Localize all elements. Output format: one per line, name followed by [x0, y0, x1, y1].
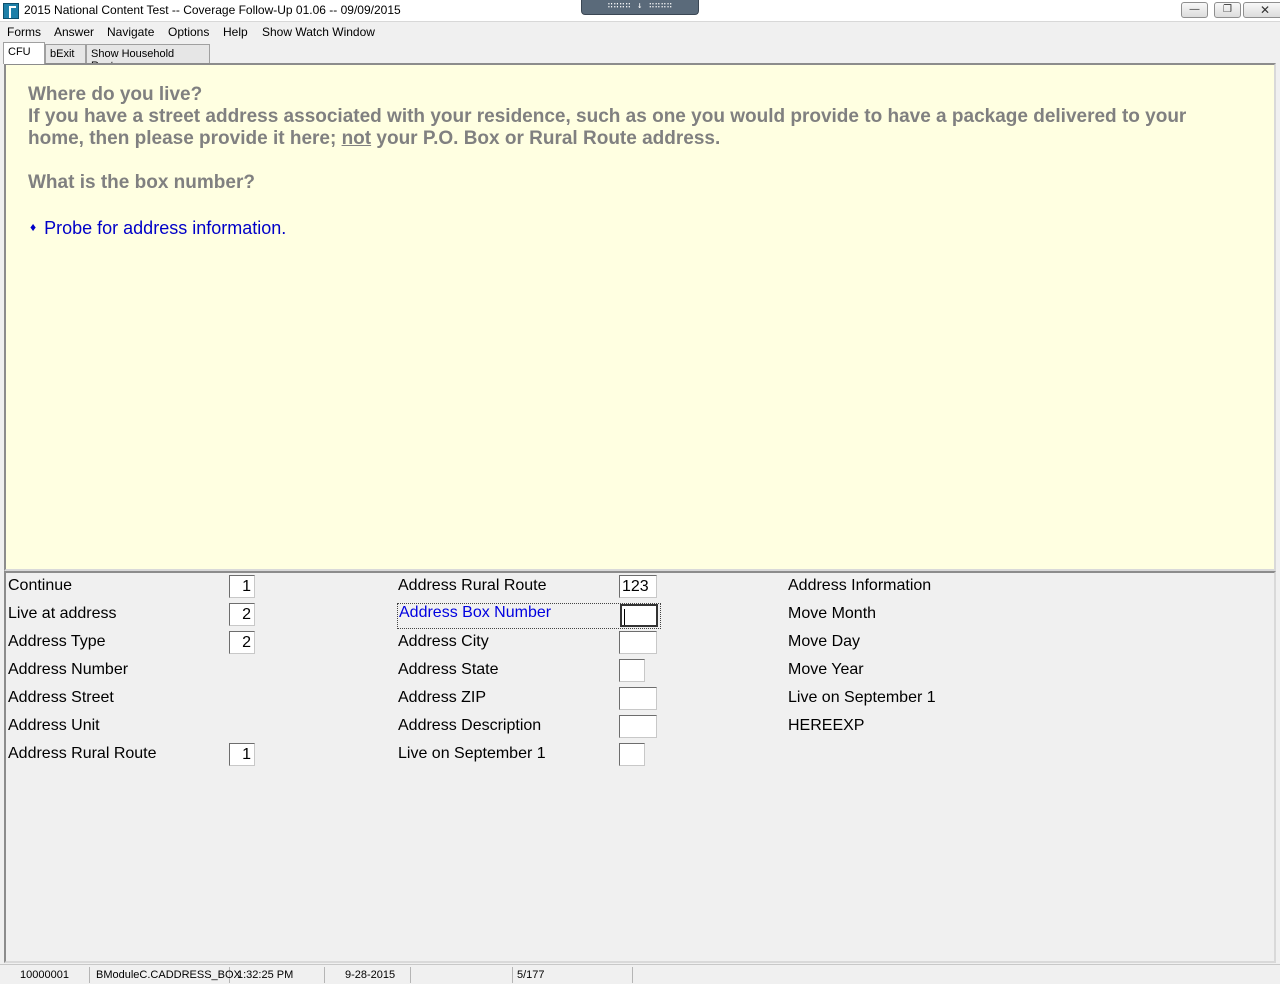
label-move-year: Move Year [788, 661, 864, 678]
question-box-number: What is the box number? [28, 172, 255, 193]
menu-navigate[interactable]: Navigate [107, 25, 154, 39]
label-move-day: Move Day [788, 633, 861, 650]
restore-button[interactable]: ❐ [1214, 2, 1241, 18]
question-title: Where do you live? [28, 84, 203, 105]
title-bar[interactable]: 2015 National Content Test -- Coverage F… [0, 0, 1280, 22]
status-time: 1:32:25 PM [233, 967, 325, 983]
app-window: 2015 National Content Test -- Coverage F… [0, 0, 1280, 984]
label-address-state: Address State [398, 661, 499, 678]
field-address-rural-route-prior[interactable]: 1 [229, 743, 255, 766]
field-address-rural-route[interactable]: 123 [619, 575, 657, 598]
status-page-count: 5/177 [513, 967, 633, 983]
field-address-type[interactable]: 2 [229, 631, 255, 654]
status-case-id: 10000001 [2, 967, 90, 983]
label-live-on-september-1-next: Live on September 1 [788, 689, 936, 706]
field-address-zip[interactable] [619, 687, 657, 710]
text-caret [624, 609, 625, 625]
menu-help[interactable]: Help [223, 25, 248, 39]
label-move-month: Move Month [788, 605, 877, 622]
field-address-city[interactable] [619, 631, 657, 654]
app-icon [3, 3, 19, 19]
label-address-description: Address Description [398, 717, 542, 734]
label-address-number: Address Number [8, 661, 129, 678]
field-live-on-september-1[interactable] [619, 743, 645, 766]
window-title: 2015 National Content Test -- Coverage F… [24, 3, 401, 17]
label-live-on-september-1: Live on September 1 [398, 745, 546, 762]
diamond-bullet-icon: ♦ [30, 220, 37, 234]
menu-options[interactable]: Options [168, 25, 209, 39]
label-hereexp: HEREEXP [788, 717, 865, 734]
field-address-state[interactable] [619, 659, 645, 682]
dock-grip-icon[interactable]: ∷∷∷∷ ↓ ∷∷∷∷ [581, 0, 699, 15]
probe-instruction: ♦ Probe for address information. [30, 218, 286, 239]
label-address-rural-route: Address Rural Route [398, 577, 547, 594]
menu-forms[interactable]: Forms [7, 25, 41, 39]
field-continue[interactable]: 1 [229, 575, 255, 598]
question-text-not: not [341, 128, 372, 149]
status-bar: 10000001 BModuleC.CADDRESS_BOX 1:32:25 P… [0, 964, 1280, 984]
field-address-description[interactable] [619, 715, 657, 738]
label-address-zip: Address ZIP [398, 689, 487, 706]
label-address-city: Address City [398, 633, 489, 650]
menu-answer[interactable]: Answer [54, 25, 94, 39]
label-address-type: Address Type [8, 633, 106, 650]
tab-bar: CFU bExit Show Household Roster [0, 42, 1280, 72]
probe-text: Probe for address information. [44, 218, 287, 238]
label-continue: Continue [8, 577, 73, 594]
status-empty [413, 967, 513, 983]
label-address-information: Address Information [788, 577, 932, 594]
menu-show-watch-window[interactable]: Show Watch Window [262, 25, 375, 39]
tab-bexit[interactable]: bExit [45, 44, 86, 63]
status-field-path: BModuleC.CADDRESS_BOX [92, 967, 241, 983]
question-panel: Where do you live? If you have a street … [4, 63, 1276, 571]
label-address-street: Address Street [8, 689, 114, 706]
question-text: If you have a street address associated … [28, 106, 1238, 150]
tab-show-household-roster[interactable]: Show Household Roster [86, 44, 210, 72]
label-address-unit: Address Unit [8, 717, 100, 734]
label-live-at-address: Live at address [8, 605, 117, 622]
status-date: 9-28-2015 [327, 967, 411, 983]
menu-bar: Forms Answer Navigate Options Help Show … [0, 22, 1280, 42]
tab-cfu[interactable]: CFU [3, 42, 45, 64]
answer-fields-panel: Continue 1 Live at address 2 Address Typ… [4, 571, 1276, 963]
field-live-at-address[interactable]: 2 [229, 603, 255, 626]
minimize-button[interactable]: — [1181, 2, 1208, 18]
question-text-part2: your P.O. Box or Rural Route address. [371, 128, 721, 149]
field-address-box-number[interactable] [620, 604, 658, 627]
label-address-rural-route-prior: Address Rural Route [8, 745, 157, 762]
close-button[interactable]: ✕ [1243, 2, 1280, 18]
